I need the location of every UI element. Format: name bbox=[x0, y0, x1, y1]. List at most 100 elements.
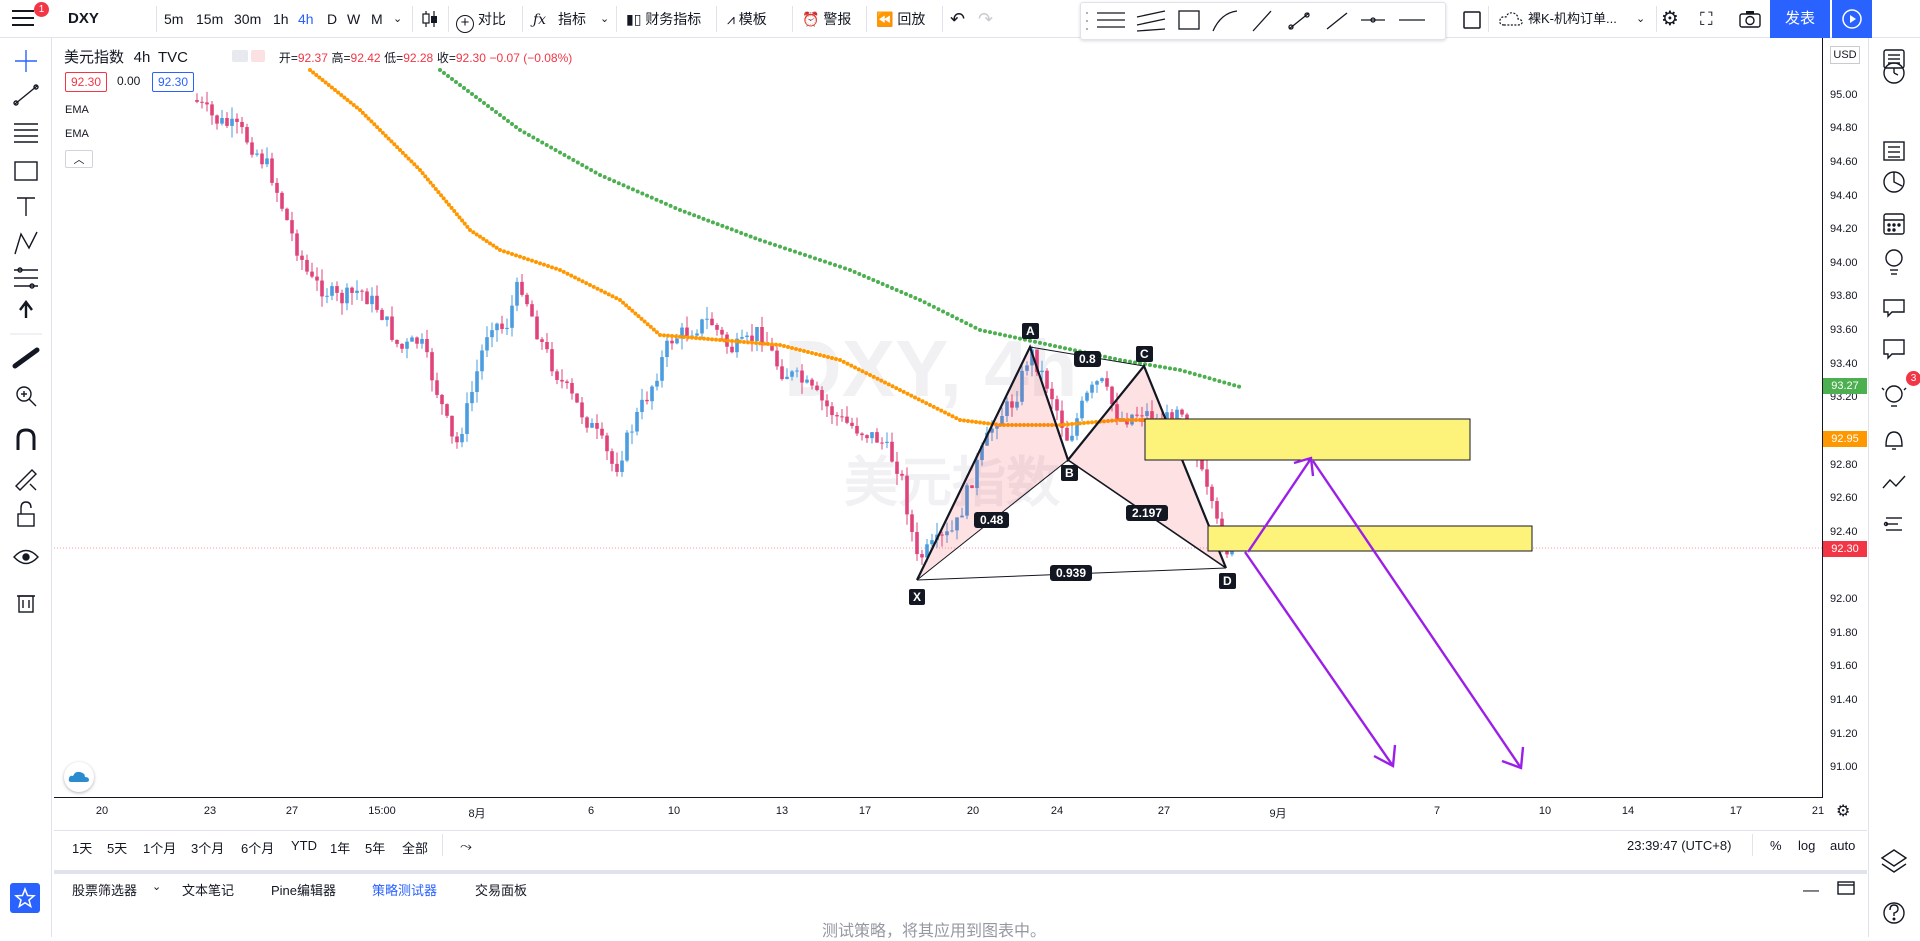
range-ytd[interactable]: YTD bbox=[291, 838, 317, 853]
tab-pine-editor[interactable]: Pine编辑器 bbox=[271, 880, 336, 899]
ema-dot bbox=[901, 389, 906, 394]
notifications-bell-icon[interactable] bbox=[1885, 431, 1903, 450]
streams-bulb-icon[interactable] bbox=[1881, 385, 1907, 407]
candle-body bbox=[1065, 427, 1069, 441]
price-label: 94.00 bbox=[1830, 257, 1858, 269]
ema-dot bbox=[439, 193, 444, 198]
ema-dot bbox=[558, 150, 562, 155]
ema-dot bbox=[1207, 376, 1212, 381]
ema-dot bbox=[1028, 338, 1032, 343]
ema-dot bbox=[1053, 344, 1057, 349]
help-icon[interactable] bbox=[1883, 902, 1905, 924]
supply-zone-upper[interactable] bbox=[1144, 418, 1471, 461]
goto-date-icon[interactable]: ⤳ bbox=[460, 838, 472, 855]
pattern-point-x[interactable]: X bbox=[909, 589, 926, 605]
ema-dot bbox=[589, 168, 594, 172]
auto-scale-toggle[interactable]: auto bbox=[1830, 838, 1855, 853]
symbol-name[interactable]: 美元指数 bbox=[64, 49, 124, 66]
candle-body bbox=[1210, 486, 1214, 502]
harmonic-pattern bbox=[916, 344, 1228, 581]
pattern-point-c[interactable]: C bbox=[1136, 346, 1153, 362]
tab-strategy-tester[interactable]: 策略测试器 bbox=[372, 880, 437, 899]
ema-dot bbox=[607, 177, 612, 182]
range-1d[interactable]: 1天 bbox=[72, 838, 92, 857]
candle-body bbox=[845, 416, 849, 423]
ema-dot bbox=[988, 330, 992, 335]
ema-dot bbox=[460, 218, 465, 223]
ema-dot bbox=[862, 274, 866, 278]
price-axis[interactable] bbox=[1822, 38, 1868, 798]
ema-dot bbox=[682, 209, 687, 214]
ema-dot bbox=[710, 337, 714, 342]
pattern-point-d[interactable]: D bbox=[1219, 573, 1236, 589]
data-window-icon[interactable] bbox=[1883, 141, 1905, 161]
ema-dot bbox=[602, 175, 607, 180]
screener-dropdown-icon[interactable]: ⌄ bbox=[152, 880, 161, 893]
currency-label[interactable]: USD bbox=[1830, 46, 1860, 64]
dom-icon[interactable] bbox=[1883, 517, 1903, 531]
ema-dot bbox=[670, 334, 674, 338]
range-1m[interactable]: 1个月 bbox=[143, 838, 176, 857]
legend-settings-icon[interactable] bbox=[251, 50, 266, 62]
ema-dot bbox=[502, 249, 506, 254]
ema-dot bbox=[1222, 380, 1227, 385]
range-1y[interactable]: 1年 bbox=[330, 838, 350, 857]
alerts-clock-icon[interactable] bbox=[1883, 62, 1905, 84]
candle-body bbox=[435, 380, 439, 395]
ema-dot bbox=[866, 276, 871, 280]
ema-dot bbox=[986, 421, 990, 426]
ema-dot bbox=[662, 333, 666, 338]
ema-dot bbox=[635, 189, 640, 194]
ema-dot bbox=[522, 256, 526, 260]
candle-body bbox=[605, 435, 609, 452]
axis-settings-gear-icon[interactable]: ⚙ bbox=[1836, 801, 1850, 821]
ema-dot bbox=[678, 208, 682, 212]
ask-price-box[interactable]: 92.30 bbox=[152, 72, 195, 92]
tradingview-logo-icon[interactable] bbox=[64, 762, 94, 792]
candle-body bbox=[500, 323, 504, 329]
candle-body bbox=[920, 554, 924, 558]
ratio-label-cd: 2.197 bbox=[1126, 505, 1169, 521]
ema-dot bbox=[879, 378, 884, 383]
play-button[interactable] bbox=[1832, 0, 1872, 38]
ema-indicator-label-2[interactable]: EMA bbox=[65, 128, 89, 140]
ema-indicator-label-1[interactable]: EMA bbox=[65, 104, 89, 116]
minimize-panel-icon[interactable]: — bbox=[1803, 882, 1819, 900]
range-5y[interactable]: 5年 bbox=[365, 838, 385, 857]
chats-icon[interactable] bbox=[1883, 299, 1905, 318]
messages-icon[interactable] bbox=[1883, 339, 1905, 360]
tab-trading-panel[interactable]: 交易面板 bbox=[475, 880, 527, 899]
legend-visibility-icon[interactable] bbox=[231, 50, 248, 62]
range-all[interactable]: 全部 bbox=[402, 838, 428, 857]
ema-dot bbox=[941, 309, 946, 314]
range-5d[interactable]: 5天 bbox=[107, 838, 127, 857]
pattern-point-b[interactable]: B bbox=[1061, 465, 1078, 481]
tab-text-notes[interactable]: 文本笔记 bbox=[182, 880, 234, 899]
collapse-legend-icon[interactable]: ︿ bbox=[65, 150, 93, 168]
time-axis[interactable] bbox=[54, 797, 1822, 825]
bid-price-box[interactable]: 92.30 bbox=[65, 72, 108, 92]
ema-dot bbox=[345, 98, 350, 102]
range-3m[interactable]: 3个月 bbox=[191, 838, 224, 857]
watchlist-star-button[interactable] bbox=[10, 883, 40, 913]
hotlists-icon[interactable] bbox=[1883, 171, 1905, 193]
candle-body bbox=[525, 294, 529, 305]
percent-scale-toggle[interactable]: % bbox=[1770, 838, 1782, 853]
ideas-lightbulb-icon[interactable] bbox=[1885, 249, 1903, 275]
candle-body bbox=[230, 118, 234, 126]
ema-dot bbox=[959, 318, 964, 323]
calendar-icon[interactable] bbox=[1883, 213, 1905, 235]
candle-body bbox=[1080, 400, 1084, 419]
ema-dot bbox=[763, 239, 767, 244]
messages-badge: 3 bbox=[1906, 371, 1920, 386]
layers-icon[interactable] bbox=[1880, 849, 1908, 873]
log-scale-toggle[interactable]: log bbox=[1798, 838, 1815, 853]
trend-icon[interactable] bbox=[1882, 475, 1906, 489]
tab-stock-screener[interactable]: 股票筛选器 bbox=[72, 880, 137, 899]
maximize-panel-icon[interactable] bbox=[1836, 880, 1856, 896]
range-6m[interactable]: 6个月 bbox=[241, 838, 274, 857]
pattern-point-a[interactable]: A bbox=[1022, 323, 1039, 339]
ema-dot bbox=[794, 347, 798, 351]
candle-body bbox=[585, 417, 589, 428]
clock[interactable]: 23:39:47 (UTC+8) bbox=[1627, 838, 1731, 853]
